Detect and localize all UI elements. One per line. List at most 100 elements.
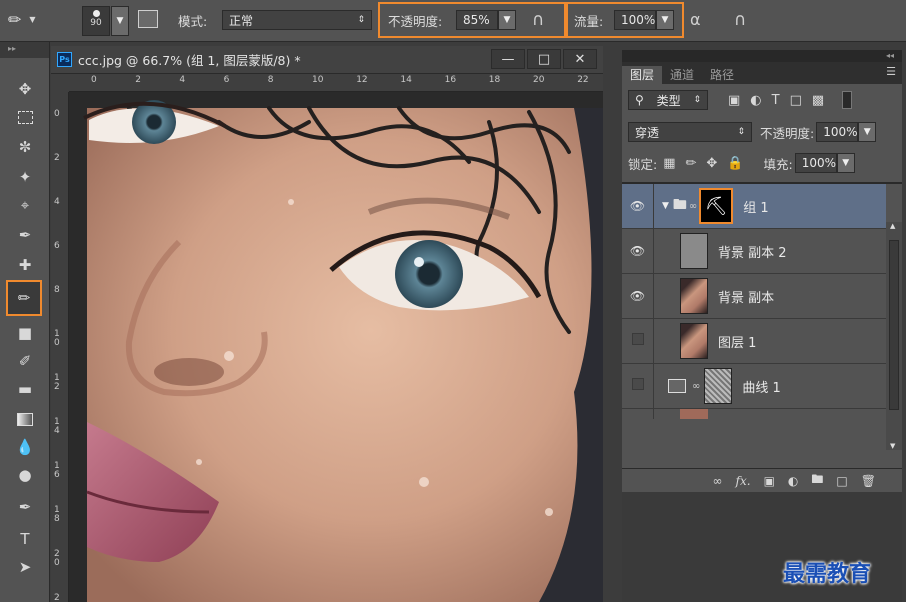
blur-tool-icon[interactable]: 💧: [12, 434, 38, 460]
gradient-tool-icon[interactable]: [12, 406, 38, 432]
brush-panel-toggle[interactable]: [138, 10, 158, 28]
link-icon[interactable]: ∞: [689, 201, 697, 212]
lasso-tool-icon[interactable]: ✼: [12, 134, 38, 160]
pressure-size-button[interactable]: ∩: [734, 10, 746, 30]
tab-paths[interactable]: 路径: [702, 66, 742, 84]
filter-adjustment-icon[interactable]: ◐: [750, 93, 761, 108]
move-tool-icon[interactable]: ✥: [12, 76, 38, 102]
pen-tool-icon[interactable]: ✒: [12, 494, 38, 520]
lock-transparency-icon[interactable]: ▦: [663, 156, 675, 171]
magic-wand-tool-icon[interactable]: ✦: [12, 164, 38, 190]
crop-tool-icon[interactable]: ⌖: [12, 192, 38, 218]
chevron-down-icon[interactable]: ▼: [656, 10, 674, 30]
visibility-toggle-off[interactable]: [622, 318, 654, 364]
scroll-up-icon[interactable]: ▲: [890, 222, 895, 230]
fill-input[interactable]: 100%: [794, 153, 837, 173]
airbrush-button[interactable]: α: [690, 10, 701, 29]
layer-thumbnail: [680, 323, 708, 359]
lock-all-icon[interactable]: 🔒: [727, 156, 743, 171]
visibility-eye-icon[interactable]: 👁: [622, 273, 654, 319]
brush-preset-picker[interactable]: ✏ ▼: [8, 10, 36, 29]
minimize-button[interactable]: —: [491, 49, 525, 69]
close-button[interactable]: ✕: [563, 49, 597, 69]
history-brush-tool-icon[interactable]: ✐: [12, 348, 38, 374]
eyedropper-tool-icon[interactable]: ✒: [12, 222, 38, 248]
healing-brush-tool-icon[interactable]: ✚: [12, 252, 38, 278]
layer-name[interactable]: 组 1: [743, 197, 768, 216]
lock-label: 锁定:: [628, 156, 658, 172]
layer-opacity-input[interactable]: 100%: [816, 122, 859, 142]
visibility-eye-icon[interactable]: 👁: [622, 228, 654, 274]
panel-collapse-icon[interactable]: ◂◂: [622, 50, 902, 62]
vertical-ruler[interactable]: 0 2 4 6 8 10 12 14 16 18 20 22: [51, 92, 69, 602]
pressure-opacity-button[interactable]: ∩: [532, 10, 544, 30]
horizontal-ruler[interactable]: 0 2 4 6 8 10 12 14 16 18 20 22: [69, 74, 603, 92]
scrollbar-thumb[interactable]: [889, 240, 899, 410]
filter-pixel-icon[interactable]: ▣: [728, 93, 740, 108]
opacity-field[interactable]: 85% ▼: [456, 10, 516, 30]
trash-icon[interactable]: 🗑: [861, 474, 876, 488]
layer-blend-mode-select[interactable]: 穿透 ⇕: [628, 122, 752, 142]
ruler-tick-label: 6: [223, 75, 230, 85]
adjustment-layer-icon[interactable]: ◐: [788, 474, 798, 488]
layer-name[interactable]: 背景 副本: [718, 287, 774, 306]
eraser-tool-icon[interactable]: ▬: [12, 376, 38, 402]
collapse-icon[interactable]: ▸▸: [0, 42, 49, 58]
opacity-input[interactable]: 85%: [456, 10, 498, 30]
brush-size-picker[interactable]: 90 ▼: [82, 6, 129, 36]
link-icon[interactable]: ∞: [692, 381, 700, 392]
marquee-tool-icon[interactable]: [12, 104, 38, 130]
layers-scrollbar[interactable]: ▲ ▼: [886, 222, 902, 450]
chevron-down-icon[interactable]: ▼: [111, 6, 129, 36]
flow-input[interactable]: 100%: [614, 10, 656, 30]
layer-row-group-1[interactable]: 👁 ▼ 🖿 ∞ ⛏ 组 1: [622, 183, 886, 229]
lock-pixels-icon[interactable]: ✏: [686, 156, 697, 171]
new-layer-icon[interactable]: □: [836, 474, 847, 488]
canvas[interactable]: [69, 92, 603, 602]
maximize-button[interactable]: □: [527, 49, 561, 69]
layer-row-curves-1[interactable]: ∞ 曲线 1: [622, 363, 886, 409]
visibility-eye-icon[interactable]: 👁: [622, 183, 654, 229]
layer-mask-thumbnail[interactable]: [704, 368, 733, 404]
folder-icon: 🖿: [672, 197, 687, 213]
ruler-tick-label: 2: [135, 75, 141, 85]
chevron-down-icon[interactable]: ▼: [498, 10, 516, 30]
filter-toggle[interactable]: [842, 91, 853, 109]
link-layers-icon[interactable]: ∞: [713, 474, 723, 488]
tab-channels[interactable]: 通道: [662, 66, 702, 84]
brush-tool-icon[interactable]: ✏: [6, 280, 42, 316]
fx-icon[interactable]: fx.: [736, 474, 751, 488]
layer-name[interactable]: 曲线 1: [742, 377, 780, 396]
type-tool-icon[interactable]: T: [12, 526, 38, 552]
filter-smart-object-icon[interactable]: ▩: [812, 93, 824, 108]
layer-row-background-copy[interactable]: 👁 背景 副本: [622, 273, 886, 319]
layer-row-background-copy-2[interactable]: 👁 背景 副本 2: [622, 228, 886, 274]
ruler-tick-label: 4: [54, 197, 60, 207]
filter-shape-icon[interactable]: □: [790, 93, 802, 108]
filter-type-icon[interactable]: T: [772, 93, 780, 108]
tab-layers[interactable]: 图层: [622, 66, 663, 84]
visibility-toggle-off[interactable]: [622, 363, 654, 409]
layer-row-partial: [622, 409, 886, 419]
disclosure-triangle-icon[interactable]: ▼: [662, 201, 669, 211]
path-selection-tool-icon[interactable]: ➤: [12, 554, 38, 580]
new-group-icon[interactable]: 🖿: [811, 470, 823, 491]
document-tab[interactable]: Ps ccc.jpg @ 66.7% (组 1, 图层蒙版/8) * — □ ✕: [51, 46, 603, 74]
layer-name[interactable]: 图层 1: [718, 332, 756, 351]
layer-name[interactable]: 背景 副本 2: [718, 242, 787, 261]
dodge-tool-icon[interactable]: ●: [12, 462, 38, 488]
blend-mode-select[interactable]: 正常 ⇕: [222, 10, 372, 30]
flow-field[interactable]: 100% ▼: [614, 10, 674, 30]
ruler-tick-label: 14: [54, 417, 60, 436]
panel-menu-icon[interactable]: ☰: [886, 65, 896, 78]
chevron-down-icon[interactable]: ▼: [836, 153, 855, 173]
chevron-down-icon[interactable]: ▼: [858, 122, 877, 142]
lock-position-icon[interactable]: ✥: [706, 156, 717, 171]
scroll-down-icon[interactable]: ▼: [890, 442, 895, 450]
layer-filter-select[interactable]: ⚲ 类型 ⇕: [628, 90, 708, 110]
layer-mask-thumbnail[interactable]: ⛏: [699, 188, 734, 224]
clone-stamp-tool-icon[interactable]: ■: [12, 320, 38, 346]
layer-row-layer-1[interactable]: 图层 1: [622, 318, 886, 364]
add-mask-icon[interactable]: ▣: [764, 474, 775, 488]
ruler-origin[interactable]: [51, 74, 69, 92]
